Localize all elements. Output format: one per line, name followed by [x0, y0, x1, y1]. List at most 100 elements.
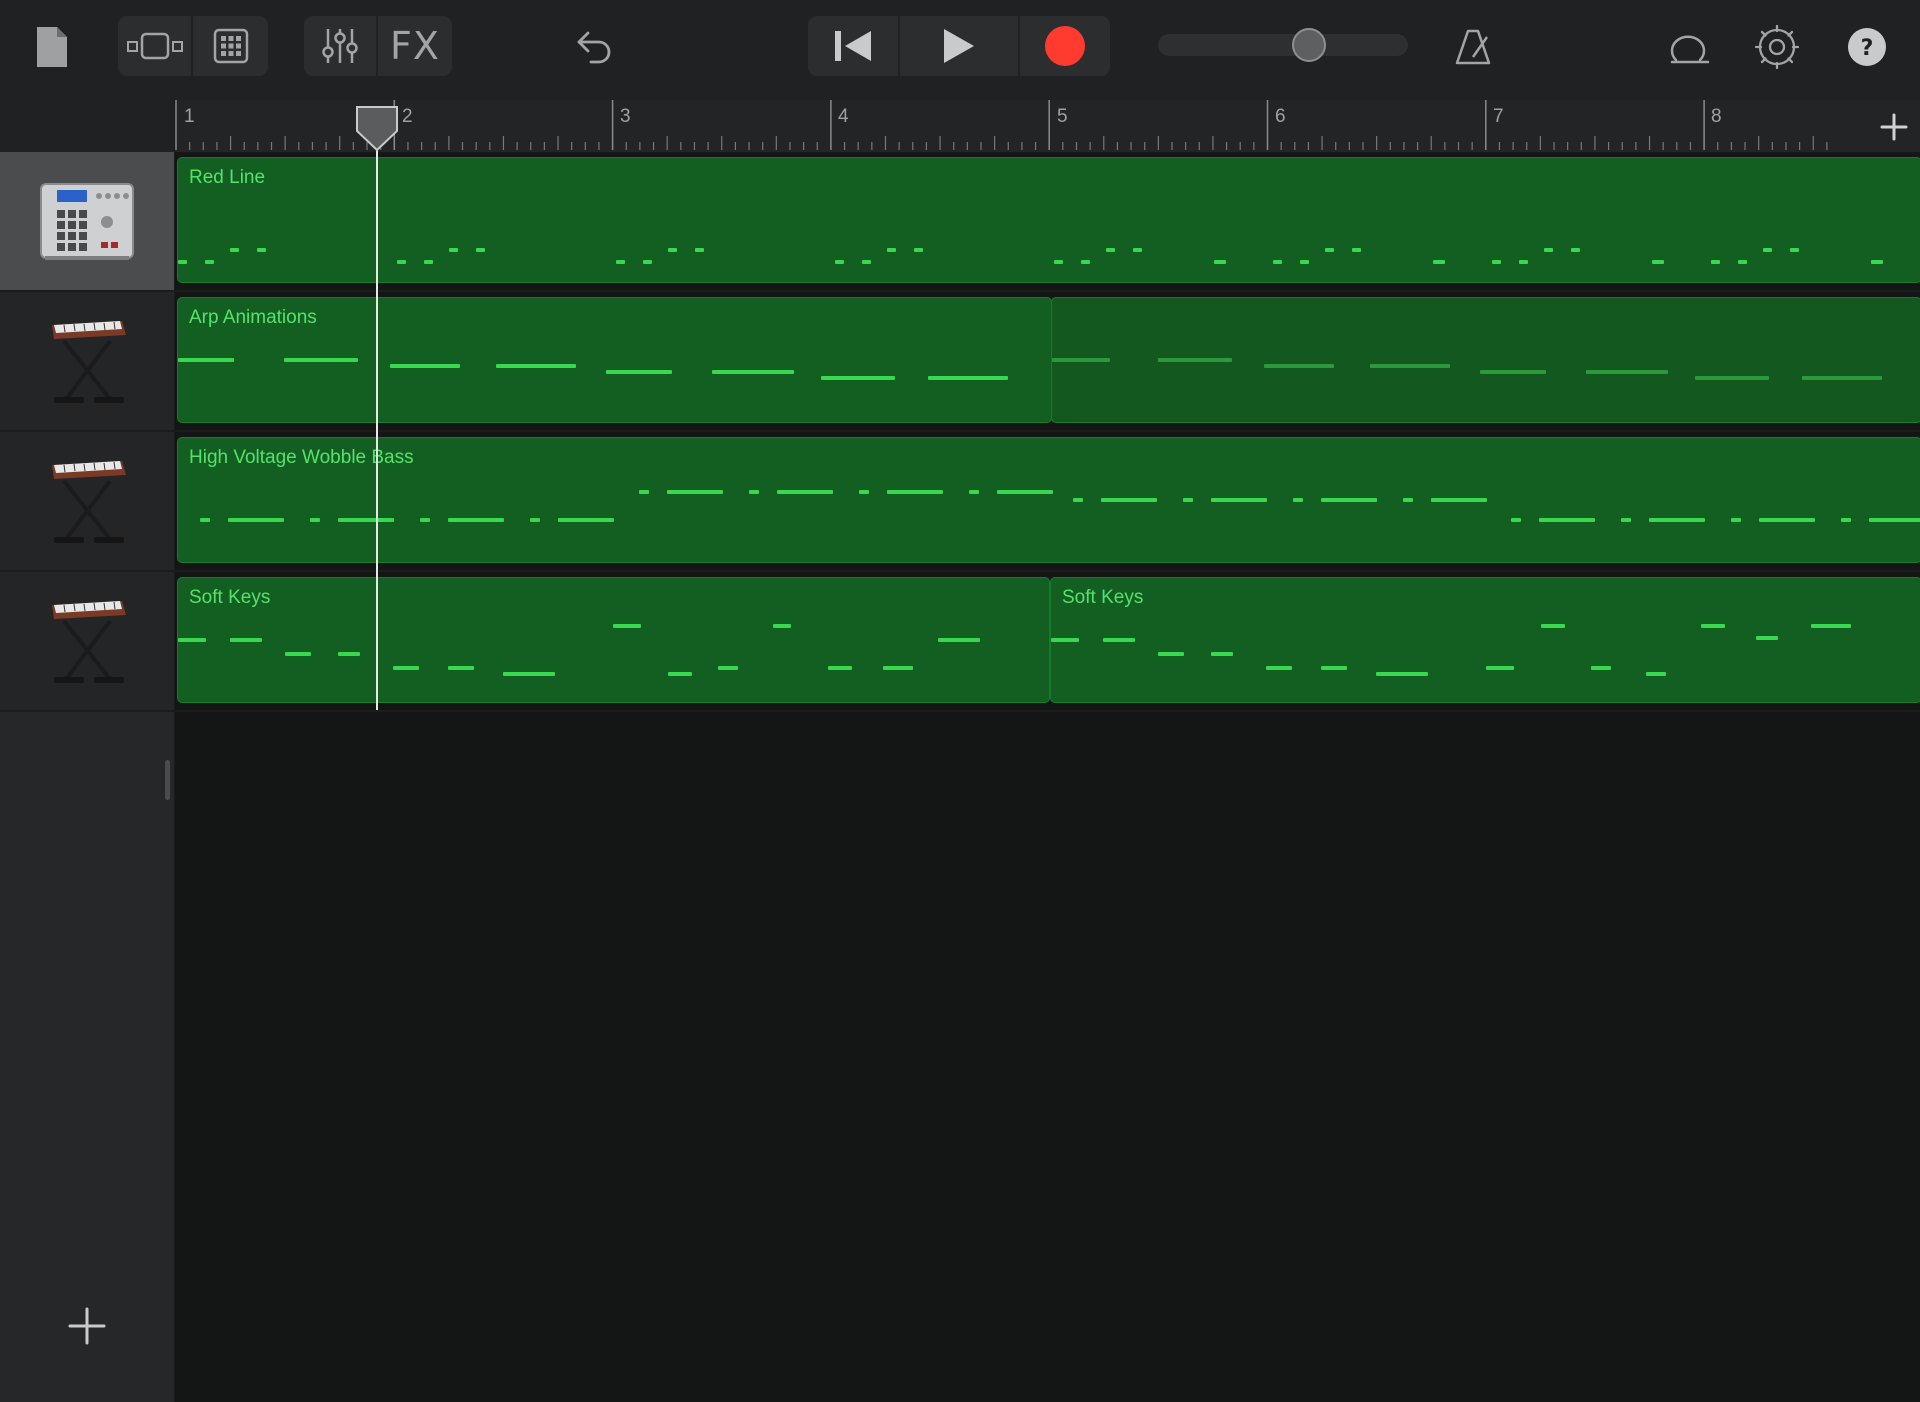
timeline-ruler[interactable]: 1 2 3 4 5 6 7 8: [175, 100, 1920, 154]
midi-note: [1376, 672, 1428, 676]
midi-note: [1431, 498, 1487, 502]
midi-note: [530, 518, 540, 522]
track-header-synth-bass[interactable]: [0, 432, 174, 572]
midi-note: [1790, 248, 1799, 252]
mixer-icon[interactable]: [304, 16, 376, 76]
play-icon[interactable]: [900, 16, 1018, 76]
toolbar: FX ?: [0, 0, 1920, 100]
midi-note: [777, 490, 833, 494]
volume-slider[interactable]: [1158, 34, 1408, 56]
midi-note: [914, 248, 923, 252]
track-header-drum-machine[interactable]: [0, 152, 174, 292]
region-soft-keys-2[interactable]: Soft Keys: [1050, 577, 1920, 703]
bar-number-2: 2: [402, 106, 413, 127]
midi-note: [1646, 672, 1666, 676]
midi-note: [862, 260, 871, 264]
midi-note: [228, 518, 284, 522]
midi-note: [496, 364, 576, 368]
document-icon[interactable]: [30, 22, 74, 72]
midi-note: [178, 638, 206, 642]
midi-note: [200, 518, 210, 522]
midi-note: [828, 666, 852, 670]
fx-button[interactable]: FX: [378, 16, 452, 76]
midi-note: [1711, 260, 1720, 264]
add-section-icon[interactable]: [1877, 110, 1911, 144]
midi-note: [1054, 260, 1063, 264]
midi-note: [1321, 498, 1377, 502]
midi-note: [1133, 248, 1142, 252]
midi-note: [668, 672, 692, 676]
midi-note: [773, 624, 791, 628]
loop-icon[interactable]: [1662, 22, 1716, 72]
resize-handle[interactable]: [165, 760, 170, 800]
track-lane-soft-keys: Soft Keys Soft Keys: [175, 572, 1920, 712]
midi-note: [1214, 260, 1226, 264]
midi-note: [424, 260, 433, 264]
midi-note: [1052, 358, 1110, 362]
region-label: Red Line: [189, 167, 266, 188]
region-soft-keys-1[interactable]: Soft Keys: [177, 577, 1050, 703]
playhead-line: [376, 135, 378, 710]
fx-label: FX: [390, 24, 440, 68]
drum-machine-icon: [37, 176, 137, 267]
midi-note: [1103, 638, 1135, 642]
midi-note: [420, 518, 430, 522]
ruler-ticks: [175, 100, 1828, 150]
region-label: High Voltage Wobble Bass: [189, 447, 414, 468]
region-red-line[interactable]: Red Line: [177, 157, 1920, 283]
region-arp-animations-loop[interactable]: [1051, 297, 1920, 423]
midi-note: [928, 376, 1008, 380]
midi-note: [448, 666, 474, 670]
bar-number-7: 7: [1493, 106, 1504, 127]
midi-note: [749, 490, 759, 494]
midi-note: [1841, 518, 1851, 522]
midi-note: [1763, 248, 1772, 252]
bar-number-8: 8: [1711, 106, 1722, 127]
rewind-icon[interactable]: [808, 16, 898, 76]
bar-number-4: 4: [838, 106, 849, 127]
midi-note: [1756, 636, 1778, 640]
midi-note: [1325, 248, 1334, 252]
tracks-view-icon[interactable]: [120, 16, 190, 76]
midi-note: [1871, 260, 1883, 264]
midi-note: [1293, 498, 1303, 502]
midi-note: [230, 638, 262, 642]
midi-note: [969, 490, 979, 494]
midi-note: [1544, 248, 1553, 252]
midi-note: [1586, 370, 1668, 374]
metronome-icon[interactable]: [1448, 22, 1498, 72]
midi-note: [1158, 652, 1184, 656]
midi-note: [1621, 518, 1631, 522]
midi-note: [835, 260, 844, 264]
midi-note: [859, 490, 869, 494]
bar-number-6: 6: [1275, 106, 1286, 127]
ruler-corner: [0, 100, 174, 152]
undo-icon[interactable]: [570, 22, 620, 72]
midi-note: [1433, 260, 1445, 264]
midi-note: [1403, 498, 1413, 502]
midi-note: [230, 248, 239, 252]
midi-note: [643, 260, 652, 264]
midi-note: [558, 518, 614, 522]
region-arp-animations[interactable]: Arp Animations: [177, 297, 1052, 423]
midi-note: [616, 260, 625, 264]
help-icon[interactable]: ?: [1844, 24, 1890, 70]
record-icon[interactable]: [1020, 16, 1110, 76]
volume-knob[interactable]: [1292, 28, 1326, 62]
region-label: Soft Keys: [1062, 587, 1144, 608]
midi-note: [1101, 498, 1157, 502]
track-lane-synth-bass: High Voltage Wobble Bass: [175, 432, 1920, 572]
track-header-synth-arp[interactable]: [0, 292, 174, 432]
midi-note: [883, 666, 913, 670]
grid-icon[interactable]: [193, 16, 268, 76]
midi-note: [1480, 370, 1546, 374]
track-header-soft-keys[interactable]: [0, 572, 174, 712]
region-high-voltage-wobble-bass[interactable]: High Voltage Wobble Bass: [177, 437, 1920, 563]
midi-note: [887, 490, 943, 494]
add-track-icon[interactable]: [66, 1305, 108, 1347]
midi-note: [178, 358, 234, 362]
settings-icon[interactable]: [1752, 22, 1802, 72]
midi-note: [178, 260, 187, 264]
midi-note: [718, 666, 738, 670]
playhead-handle[interactable]: [354, 104, 400, 152]
